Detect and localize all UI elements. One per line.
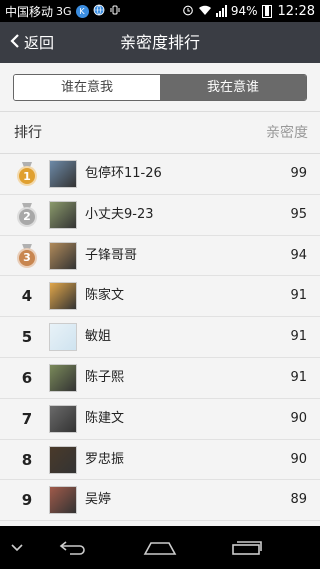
carrier-label: 中国移动 — [5, 4, 54, 19]
ranking-row[interactable]: 6 陈子熙 91 — [0, 358, 320, 399]
ranking-row[interactable]: 1 包停环11-26 99 — [0, 154, 320, 195]
rank-number: 7 — [21, 409, 33, 428]
intimacy-score: 90 — [290, 410, 307, 426]
ranking-row[interactable]: 4 陈家文 91 — [0, 276, 320, 318]
system-nav-bar — [0, 526, 320, 569]
avatar — [49, 404, 77, 433]
intimacy-column-header: 亲密度 — [266, 125, 308, 141]
contact-name: 小丈夫9-23 — [85, 206, 154, 222]
rank-number: 5 — [21, 328, 33, 347]
status-bar: 中国移动 3G K 94% 12:28 — [0, 0, 320, 22]
status-right-group: 94% 12:28 — [182, 4, 315, 19]
silver-medal-icon: 2 — [16, 202, 38, 227]
rank-cell: 8 — [14, 440, 40, 480]
avatar — [49, 486, 77, 515]
battery-percent: 94% — [230, 4, 258, 18]
intimacy-score: 94 — [290, 247, 307, 263]
intimacy-score: 90 — [290, 451, 307, 467]
rank-number: 8 — [21, 450, 33, 469]
avatar — [49, 282, 77, 311]
home-icon[interactable] — [135, 526, 185, 569]
rank-number: 6 — [21, 368, 33, 387]
rank-cell: 1 — [14, 154, 40, 194]
signal-icon — [215, 5, 227, 17]
avatar — [49, 200, 77, 229]
tab-bar: 谁在意我 我在意谁 — [0, 63, 320, 111]
rank-column-header: 排行 — [14, 125, 42, 141]
gold-medal-icon: 1 — [16, 162, 38, 186]
back-button[interactable]: 返回 — [10, 22, 54, 63]
contact-name: 陈家文 — [85, 288, 125, 304]
screen: 中国移动 3G K 94% 12:28 返回 亲密度排行 谁在意我 我在意谁 排… — [0, 0, 320, 569]
contact-name: 陈子熙 — [85, 369, 125, 385]
intimacy-score: 91 — [290, 369, 307, 385]
network-type-label: 3G — [56, 4, 72, 18]
avatar — [49, 323, 77, 352]
recents-icon[interactable] — [222, 526, 272, 569]
ranking-row[interactable]: 5 敏姐 91 — [0, 317, 320, 358]
tab-who-i-care[interactable]: 我在意谁 — [160, 75, 306, 100]
rank-cell: 3 — [14, 236, 40, 276]
rank-cell: 2 — [14, 195, 40, 235]
ranking-row[interactable]: 7 陈建文 90 — [0, 399, 320, 440]
globe-icon — [93, 4, 105, 18]
alarm-icon — [182, 4, 194, 19]
rank-cell: 7 — [14, 399, 40, 439]
tab-who-cares-me[interactable]: 谁在意我 — [14, 75, 160, 100]
back-icon[interactable] — [48, 526, 98, 569]
avatar — [49, 445, 77, 474]
wifi-icon — [198, 4, 212, 19]
avatar — [49, 241, 77, 270]
chevron-left-icon — [10, 32, 20, 53]
rank-cell: 9 — [14, 480, 40, 520]
rank-number: 9 — [21, 491, 33, 510]
avatar — [49, 160, 77, 188]
app-header: 返回 亲密度排行 — [0, 22, 320, 63]
contact-name: 敏姐 — [85, 329, 112, 345]
ranking-row[interactable]: 2 小丈夫9-23 95 — [0, 195, 320, 236]
bronze-medal-icon: 3 — [16, 243, 38, 268]
intimacy-score: 95 — [290, 206, 307, 222]
intimacy-score: 91 — [290, 288, 307, 304]
intimacy-score: 99 — [290, 166, 307, 181]
vibrate-icon — [109, 4, 121, 18]
ranking-row[interactable]: 3 子锋哥哥 94 — [0, 236, 320, 277]
battery-icon — [261, 4, 272, 18]
k-app-icon: K — [75, 4, 89, 18]
contact-name: 包停环11-26 — [85, 166, 162, 181]
rank-number: 4 — [21, 287, 33, 306]
rank-cell: 4 — [14, 276, 40, 316]
contact-name: 子锋哥哥 — [85, 247, 138, 263]
chevron-down-icon[interactable] — [4, 526, 30, 569]
clock: 12:28 — [277, 3, 315, 19]
ranking-list: 1 包停环11-26 99 2 小丈夫9-23 95 3 子锋哥哥 94 4 陈家文 91 5 敏姐 91 6… — [0, 154, 320, 526]
rank-cell: 5 — [14, 317, 40, 357]
segmented-control: 谁在意我 我在意谁 — [13, 74, 307, 101]
contact-name: 罗忠振 — [85, 451, 125, 467]
ranking-row[interactable]: 9 吴婷 89 — [0, 480, 320, 522]
contact-name: 陈建文 — [85, 410, 125, 426]
list-header: 排行 亲密度 — [0, 111, 320, 154]
avatar — [49, 363, 77, 392]
back-label: 返回 — [24, 34, 55, 52]
contact-name: 吴婷 — [85, 492, 112, 508]
intimacy-score: 89 — [290, 492, 307, 508]
rank-cell: 6 — [14, 358, 40, 398]
intimacy-score: 91 — [290, 329, 307, 345]
ranking-row[interactable]: 8 罗忠振 90 — [0, 440, 320, 481]
